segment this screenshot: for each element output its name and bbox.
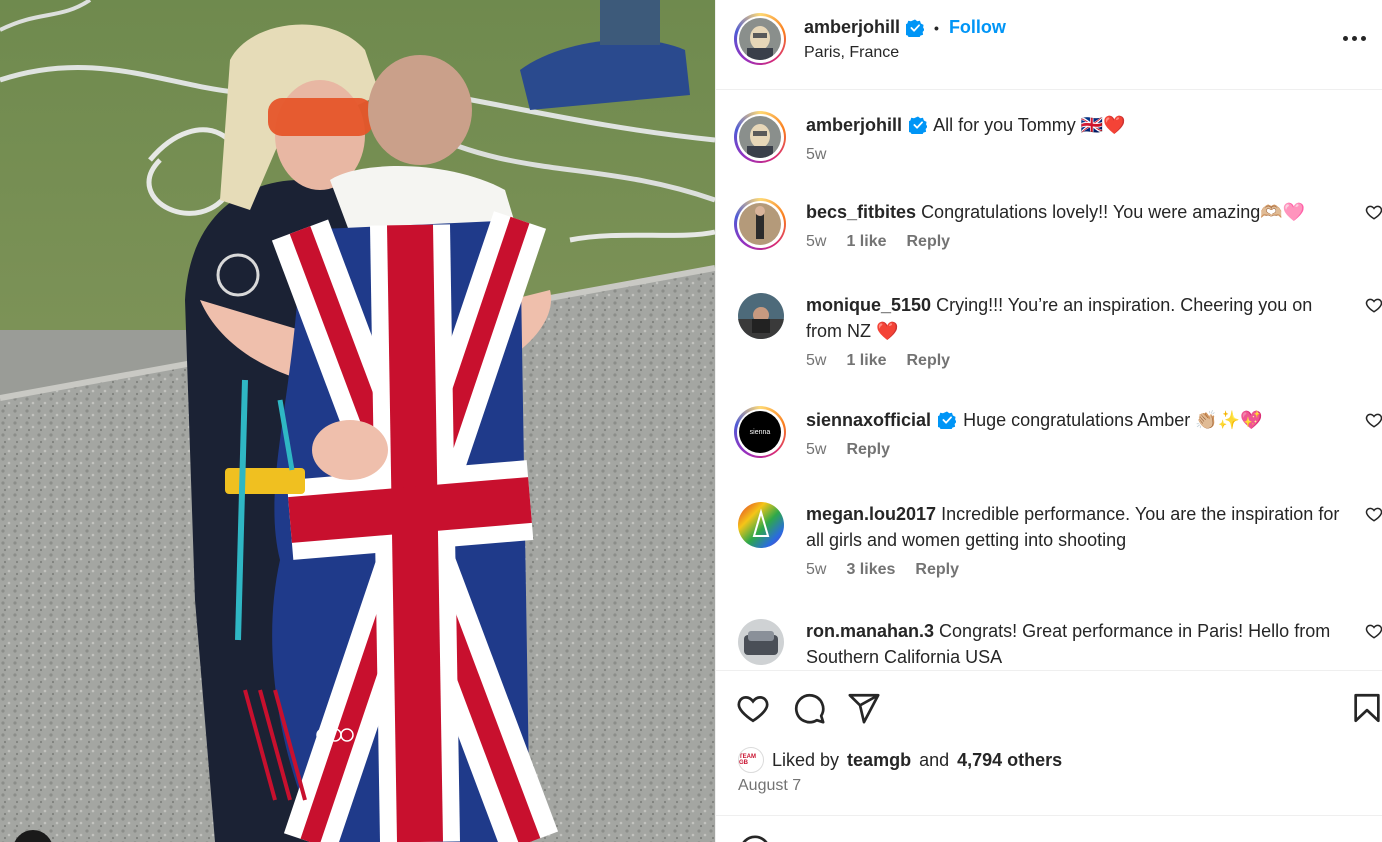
commenter-avatar[interactable]: [738, 293, 784, 339]
verified-badge-icon: [909, 116, 928, 134]
caption-text: All for you Tommy 🇬🇧❤️: [933, 115, 1126, 135]
reply-button[interactable]: Reply: [846, 441, 890, 459]
caption-author-avatar[interactable]: [734, 111, 786, 163]
heart-icon[interactable]: [1365, 622, 1382, 640]
comment-body: monique_5150 Crying!!! You’re an inspira…: [806, 292, 1346, 344]
comment-item: becs_fitbites Congratulations lovely!! Y…: [716, 198, 1382, 278]
post-image: [0, 0, 715, 842]
comment-likes[interactable]: 1 like: [846, 352, 886, 370]
post-header: amberjohill • Follow Paris, France: [716, 0, 1382, 90]
comment-item: ron.manahan.3 Congrats! Great performanc…: [716, 617, 1382, 670]
comment-item: sienna siennaxofficial Huge congratulati…: [716, 406, 1382, 486]
more-icon-dot: [1352, 35, 1357, 41]
liker-avatar[interactable]: TEAM GB: [738, 747, 764, 773]
comment-icon[interactable]: [792, 691, 826, 725]
comment-meta: 5w Reply: [806, 441, 890, 459]
likes-prefix: Liked by: [772, 749, 840, 770]
comment-meta: 5w 3 likes Reply: [806, 561, 959, 579]
comment-meta: 5w 1 like Reply: [806, 233, 950, 251]
commenter-avatar[interactable]: [738, 502, 784, 548]
comment-username[interactable]: monique_5150: [806, 295, 931, 315]
post-location[interactable]: Paris, France: [804, 44, 899, 62]
heart-icon[interactable]: [1365, 296, 1382, 314]
heart-icon[interactable]: [1365, 411, 1382, 429]
reply-button[interactable]: Reply: [906, 233, 950, 251]
comment-time[interactable]: 5w: [806, 441, 826, 459]
comment-likes[interactable]: 3 likes: [846, 561, 895, 579]
post-photo[interactable]: [0, 0, 715, 842]
author-username[interactable]: amberjohill: [804, 17, 900, 38]
comment-body: becs_fitbites Congratulations lovely!! Y…: [806, 199, 1346, 225]
author-avatar[interactable]: [734, 13, 786, 65]
likes-and: and: [919, 749, 950, 770]
author-header-line: amberjohill • Follow: [804, 17, 1006, 38]
caption-time[interactable]: 5w: [806, 146, 826, 164]
header-separator: •: [934, 19, 939, 36]
comment-time[interactable]: 5w: [806, 352, 826, 370]
comment-username[interactable]: becs_fitbites: [806, 202, 916, 222]
bookmark-icon[interactable]: [1350, 691, 1382, 725]
caption-meta: 5w: [806, 146, 826, 164]
verified-badge-icon: [906, 18, 925, 37]
caption-username[interactable]: amberjohill: [806, 115, 902, 135]
comment-body: siennaxofficial Huge congratulations Amb…: [806, 407, 1346, 433]
comment-username[interactable]: megan.lou2017: [806, 504, 936, 524]
commenter-avatar-text: sienna: [749, 428, 771, 436]
likes-count[interactable]: 4,794 others: [957, 750, 1062, 771]
emoji-icon[interactable]: [738, 834, 772, 842]
more-icon-dot: [1361, 35, 1366, 41]
comment-item: megan.lou2017 Incredible performance. Yo…: [716, 500, 1382, 600]
post-actions: TEAM GB Liked by teamgb and 4,794 others…: [716, 670, 1382, 816]
heart-icon[interactable]: [1365, 505, 1382, 523]
comment-time[interactable]: 5w: [806, 561, 826, 579]
comment-body: ron.manahan.3 Congrats! Great performanc…: [806, 618, 1346, 670]
share-icon[interactable]: [847, 691, 881, 725]
commenter-avatar[interactable]: [738, 619, 784, 665]
comment-likes[interactable]: 1 like: [846, 233, 886, 251]
liker-avatar-text: TEAM GB: [739, 754, 756, 766]
comment-item: monique_5150 Crying!!! You’re an inspira…: [716, 291, 1382, 391]
heart-icon[interactable]: [736, 691, 770, 725]
commenter-avatar[interactable]: [734, 198, 786, 250]
post-date[interactable]: August 7: [738, 777, 801, 795]
more-options-button[interactable]: [1343, 32, 1369, 44]
commenter-avatar[interactable]: sienna: [734, 406, 786, 458]
post-side-panel: amberjohill • Follow Paris, France amber…: [715, 0, 1382, 842]
reply-button[interactable]: Reply: [915, 561, 959, 579]
heart-icon[interactable]: [1365, 203, 1382, 221]
liker-username[interactable]: teamgb: [847, 750, 911, 771]
comment-username[interactable]: ron.manahan.3: [806, 621, 934, 641]
comment-text: Huge congratulations Amber 👏🏼✨💖: [963, 410, 1263, 430]
caption-body: amberjohill All for you Tommy 🇬🇧❤️: [806, 112, 1346, 138]
likes-summary: TEAM GB Liked by teamgb and 4,794 others: [738, 747, 1062, 773]
reply-button[interactable]: Reply: [906, 352, 950, 370]
comment-username[interactable]: siennaxofficial: [806, 410, 931, 430]
follow-button[interactable]: Follow: [949, 17, 1006, 38]
comment-body: megan.lou2017 Incredible performance. Yo…: [806, 501, 1346, 553]
verified-badge-icon: [938, 411, 957, 429]
comments-list[interactable]: amberjohill All for you Tommy 🇬🇧❤️ 5w be…: [716, 91, 1382, 670]
comment-time[interactable]: 5w: [806, 233, 826, 251]
comment-text: Congratulations lovely!! You were amazin…: [921, 202, 1306, 222]
comment-meta: 5w 1 like Reply: [806, 352, 950, 370]
more-icon: [1343, 35, 1348, 41]
caption-item: amberjohill All for you Tommy 🇬🇧❤️ 5w: [716, 111, 1382, 191]
